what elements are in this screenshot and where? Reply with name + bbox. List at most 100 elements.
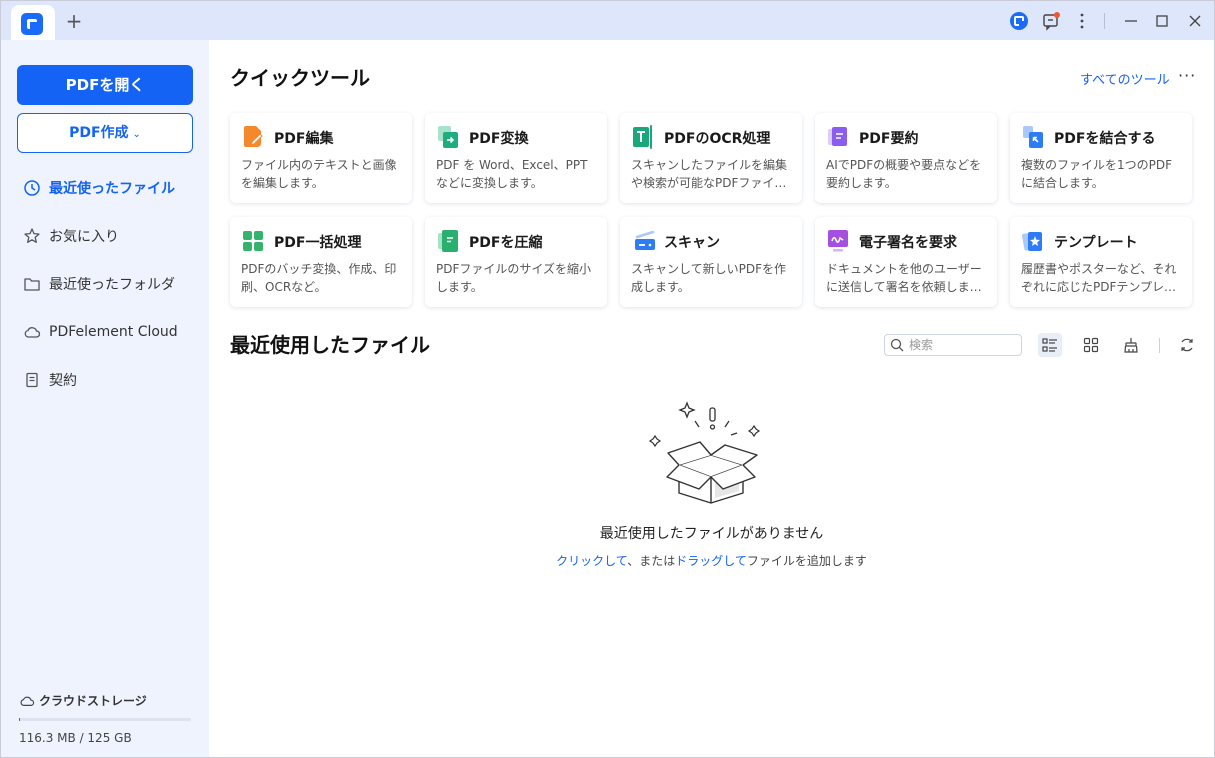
tool-card-title: PDFを結合する [1054, 131, 1156, 147]
tool-card-description: ドキュメントを他のユーザーに送信して署名を依頼しま… [826, 262, 982, 294]
open-pdf-button[interactable]: PDFを開く [17, 65, 193, 105]
empty-hint-text: ファイルを追加します [746, 554, 867, 568]
cloud-icon [20, 696, 35, 706]
document-icon [26, 372, 38, 388]
tool-card-description: スキャンしたファイルを編集や検索が可能なPDFファイ… [631, 158, 788, 190]
list-view-icon [1042, 338, 1057, 352]
tool-card-description: スキャンして新しいPDFを作成します。 [631, 262, 787, 294]
broom-icon [1124, 338, 1138, 353]
tool-card-title: PDFを圧縮 [469, 235, 543, 251]
create-pdf-label: PDF作成 [69, 125, 129, 141]
toolbar-divider [1159, 338, 1160, 353]
storage-progress-bar [19, 718, 191, 721]
cloud-icon [24, 327, 41, 338]
empty-state-title: 最近使用したファイルがありません [599, 526, 824, 542]
recent-files-heading: 最近使用したファイル [230, 333, 430, 357]
minimize-icon[interactable] [1121, 11, 1141, 31]
refresh-icon [1181, 338, 1193, 352]
star-icon [24, 228, 40, 243]
folder-icon [24, 278, 40, 291]
search-field[interactable] [884, 334, 1022, 356]
more-options-button[interactable]: ··· [1178, 66, 1196, 85]
tool-card-scan[interactable]: スキャン スキャンして新しいPDFを作成します。 [620, 217, 802, 307]
quick-tools-heading: クイックツール [230, 66, 370, 90]
pdfelement-logo-icon [21, 13, 43, 35]
clock-icon [24, 180, 40, 196]
tool-card-description: PDFのバッチ変換、作成、印刷、OCRなど。 [241, 262, 397, 294]
account-icon[interactable] [1009, 11, 1029, 31]
sidebar: PDFを開く PDF作成⌄ 最近使ったファイル お気に入り 最近使ったフォルダ [1, 40, 209, 757]
tool-card-merge[interactable]: PDFを結合する 複数のファイルを1つのPDFに結合します。 [1010, 113, 1192, 203]
template-icon [1022, 232, 1042, 251]
tool-card-title: PDFのOCR処理 [664, 131, 771, 147]
sidebar-item-label: 契約 [49, 373, 77, 389]
tool-card-esign[interactable]: 電子署名を要求 ドキュメントを他のユーザーに送信して署名を依頼しま… [815, 217, 997, 307]
tool-card-title: PDF一括処理 [274, 235, 362, 251]
search-input[interactable] [909, 337, 1017, 353]
tool-card-title: 電子署名を要求 [859, 235, 957, 251]
sidebar-item-favorites[interactable]: お気に入り [23, 224, 203, 248]
empty-hint-text: 、または [627, 554, 676, 568]
message-icon[interactable] [1041, 11, 1061, 31]
sidebar-item-label: 最近使ったフォルダ [49, 277, 175, 293]
storage-progress-fill [19, 718, 20, 721]
drag-to-add-link[interactable]: ドラッグして [675, 554, 747, 568]
tool-card-description: 複数のファイルを1つのPDFに結合します。 [1021, 158, 1173, 190]
refresh-button[interactable] [1175, 333, 1199, 357]
esign-icon [828, 230, 848, 252]
title-bar: + [1, 1, 1214, 40]
empty-box-illustration-icon [648, 401, 761, 504]
cleanup-button[interactable] [1119, 333, 1143, 357]
create-pdf-button[interactable]: PDF作成 ⌄ [17, 113, 193, 153]
close-icon[interactable] [1185, 11, 1205, 31]
sidebar-item-cloud[interactable]: PDFelement Cloud [23, 320, 203, 344]
sidebar-item-label: お気に入り [49, 229, 119, 245]
main-content: クイックツール すべてのツール ··· PDF編集 ファイル内のテキストと画像を… [209, 40, 1214, 757]
sidebar-item-label: 最近使ったファイル [49, 181, 175, 197]
edit-pdf-icon [244, 126, 263, 147]
convert-pdf-icon [438, 126, 458, 148]
tool-card-compress[interactable]: PDFを圧縮 PDFファイルのサイズを縮小します。 [425, 217, 607, 307]
storage-label-text: クラウドストレージ [39, 694, 147, 708]
sidebar-item-contracts[interactable]: 契約 [23, 368, 203, 392]
tool-card-convert-pdf[interactable]: PDF変換 PDF を Word、Excel、PPT などに変換します。 [425, 113, 607, 203]
tool-card-summarize[interactable]: PDF要約 AIでPDFの概要や要点などを要約します。 [815, 113, 997, 203]
tool-card-description: PDF を Word、Excel、PPT などに変換します。 [436, 158, 588, 190]
sidebar-item-recent-folders[interactable]: 最近使ったフォルダ [23, 272, 203, 296]
storage-usage: 116.3 MB / 125 GB [19, 731, 132, 745]
tool-card-batch[interactable]: PDF一括処理 PDFのバッチ変換、作成、印刷、OCRなど。 [230, 217, 412, 307]
search-icon [890, 338, 904, 352]
chevron-down-icon: ⌄ [132, 129, 141, 140]
compress-icon [438, 230, 458, 252]
tool-card-description: ファイル内のテキストと画像を編集します。 [241, 158, 397, 190]
batch-icon [243, 231, 263, 251]
list-view-button[interactable] [1038, 333, 1062, 357]
app-window: + PDFを開く PDF作成 ⌄ 最近使ったファイル お気に入り 最近使ったフォ… [0, 0, 1215, 758]
cloud-storage-label[interactable]: クラウドストレージ [19, 692, 147, 709]
tool-card-description: AIでPDFの概要や要点などを要約します。 [826, 158, 982, 190]
more-options-icon[interactable] [1072, 11, 1092, 31]
tool-card-title: PDF変換 [469, 131, 529, 147]
tool-card-title: テンプレート [1054, 235, 1138, 251]
titlebar-divider [1104, 13, 1105, 29]
sidebar-item-label: PDFelement Cloud [49, 324, 178, 340]
all-tools-link[interactable]: すべてのツール [1080, 69, 1170, 88]
click-to-add-link[interactable]: クリックして [556, 554, 627, 568]
tool-card-template[interactable]: テンプレート 履歴書やポスターなど、それぞれに応じたPDFテンプレ… [1010, 217, 1192, 307]
new-tab-button[interactable]: + [63, 11, 85, 33]
tool-card-title: PDF要約 [859, 131, 919, 147]
summarize-icon [828, 127, 847, 146]
tool-card-title: PDF編集 [274, 131, 334, 147]
maximize-icon[interactable] [1152, 11, 1172, 31]
grid-view-icon [1083, 337, 1099, 353]
sidebar-item-recent-files[interactable]: 最近使ったファイル [23, 176, 203, 200]
empty-state-hint: クリックして、またはドラッグしてファイルを追加します [209, 552, 1214, 569]
tool-card-title: スキャン [664, 235, 720, 251]
merge-icon [1023, 126, 1043, 148]
home-tab[interactable] [11, 5, 55, 40]
tool-card-ocr[interactable]: PDFのOCR処理 スキャンしたファイルを編集や検索が可能なPDFファイ… [620, 113, 802, 203]
tool-card-description: PDFファイルのサイズを縮小します。 [436, 262, 592, 294]
tool-card-edit-pdf[interactable]: PDF編集 ファイル内のテキストと画像を編集します。 [230, 113, 412, 203]
scan-icon [635, 230, 655, 250]
grid-view-button[interactable] [1079, 333, 1103, 357]
